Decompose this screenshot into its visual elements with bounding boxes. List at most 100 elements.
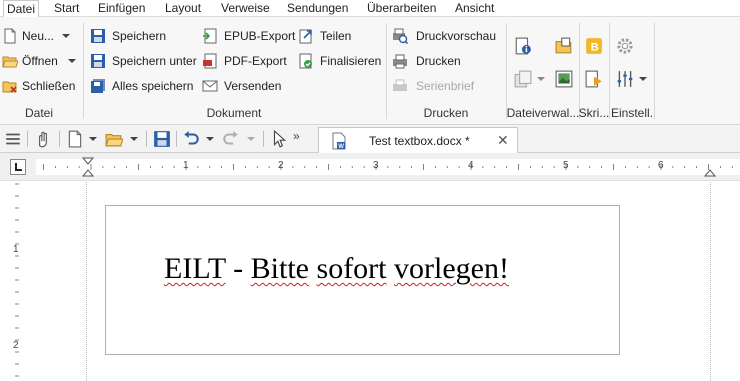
misspelled-word: Bitte: [250, 252, 310, 285]
gear-icon[interactable]: [616, 37, 634, 55]
folder-open-icon[interactable]: [105, 130, 123, 148]
svg-text:B: B: [591, 42, 599, 54]
menu-icon[interactable]: [4, 130, 22, 148]
image-document-icon[interactable]: [555, 70, 573, 88]
pdf-icon: [203, 53, 217, 69]
menu-datei[interactable]: Datei: [3, 0, 40, 17]
epub-icon: [203, 28, 217, 44]
pointer-icon[interactable]: [270, 130, 288, 148]
ruler-ticks: [15, 183, 19, 377]
word-document-icon: W: [332, 132, 346, 150]
ruler-number: 2: [278, 160, 284, 171]
chevron-down-icon[interactable]: [206, 137, 214, 141]
group-divider: [83, 23, 84, 119]
open-button[interactable]: Öffnen: [2, 51, 76, 71]
save-as-button[interactable]: Speichern unter: [90, 51, 200, 71]
finalize-button[interactable]: Finalisieren: [298, 51, 384, 71]
chevron-down-icon: [62, 34, 70, 38]
close-button[interactable]: Schließen: [2, 76, 78, 96]
textbox-text[interactable]: EILT - Bitte sofort vorlegen!: [164, 252, 509, 286]
menu-ansicht[interactable]: Ansicht: [452, 0, 497, 17]
versions-icon[interactable]: [514, 70, 532, 88]
group-label-scripts: Skri...: [578, 106, 610, 120]
tab-stop-left-icon: [15, 163, 22, 171]
group-label-file-management: Dateiverwal...: [506, 106, 580, 120]
menu-einfuegen[interactable]: Einfügen: [95, 0, 148, 17]
save-icon[interactable]: [153, 130, 171, 148]
menu-start[interactable]: Start: [51, 0, 82, 17]
close-tab-icon[interactable]: ✕: [497, 132, 509, 148]
menu-bar: Datei Start Einfügen Layout Verweise Sen…: [0, 0, 740, 17]
print-preview-icon: [393, 28, 408, 44]
mail-merge-icon: [393, 79, 407, 91]
misspelled-word: EILT: [164, 252, 226, 285]
mail-icon: [202, 80, 218, 92]
hand-icon[interactable]: [34, 130, 52, 148]
save-icon: [91, 29, 105, 43]
basic-script-icon[interactable]: B: [585, 37, 603, 55]
chevron-down-icon[interactable]: [130, 137, 138, 141]
quick-toolbar: » W Test textbox.docx * ✕: [0, 125, 740, 153]
svg-text:W: W: [338, 144, 344, 150]
menu-ueberarbeiten[interactable]: Überarbeiten: [364, 0, 439, 17]
sliders-icon[interactable]: [616, 70, 634, 88]
toolbar-divider: [176, 131, 177, 147]
margin-guide: [710, 182, 711, 381]
share-button[interactable]: Teilen: [298, 26, 358, 46]
menu-verweise[interactable]: Verweise: [218, 0, 273, 17]
document-tab[interactable]: W Test textbox.docx * ✕: [318, 127, 518, 153]
group-label-settings: Einstell.: [610, 106, 654, 120]
chevron-down-icon[interactable]: [537, 77, 545, 81]
save-as-icon: [91, 54, 105, 68]
toolbar-divider: [263, 131, 264, 147]
horizontal-ruler[interactable]: 1 2 3 4 5 6: [36, 157, 740, 177]
ruler-number: 2: [13, 340, 19, 351]
ruler-number: 6: [658, 160, 664, 171]
save-button[interactable]: Speichern: [90, 26, 190, 46]
group-divider: [654, 23, 655, 119]
undo-icon[interactable]: [182, 130, 200, 148]
misspelled-word: vorlegen!: [394, 252, 509, 285]
epub-export-button[interactable]: EPUB-Export: [202, 26, 295, 46]
toolbar-divider: [59, 131, 60, 147]
printer-icon: [393, 54, 407, 69]
group-label-datei: Datei: [24, 106, 53, 120]
ruler-number: 1: [183, 160, 189, 171]
menu-sendungen[interactable]: Sendungen: [284, 0, 351, 17]
margin-guide: [86, 182, 87, 381]
chevron-down-icon[interactable]: [89, 137, 97, 141]
ruler-number: 5: [563, 160, 569, 171]
new-document-icon: [4, 28, 16, 44]
indent-marker[interactable]: [82, 157, 94, 177]
file-manager-icon[interactable]: [555, 37, 573, 55]
new-document-icon[interactable]: [66, 130, 84, 148]
new-button[interactable]: Neu...: [2, 26, 74, 46]
ruler-bar: 1 2 3 4 5 6: [0, 153, 740, 181]
save-all-button[interactable]: Alles speichern: [90, 76, 200, 96]
toolbar-divider: [146, 131, 147, 147]
more-icon[interactable]: »: [293, 129, 300, 143]
pdf-export-button[interactable]: PDF-Export: [202, 51, 290, 71]
ruler-ticks: [43, 164, 733, 170]
mail-merge-button[interactable]: Serienbrief: [392, 76, 482, 96]
send-button[interactable]: Versenden: [202, 76, 286, 96]
right-indent-marker[interactable]: [704, 165, 716, 177]
folder-close-icon: [2, 81, 17, 93]
ruler-number: 3: [373, 160, 379, 171]
run-script-icon[interactable]: [585, 70, 603, 88]
group-label-drucken: Drucken: [423, 106, 469, 120]
print-preview-button[interactable]: Druckvorschau: [392, 26, 500, 46]
chevron-down-icon[interactable]: [247, 137, 255, 141]
finalize-icon: [299, 53, 312, 69]
tab-stop-selector[interactable]: [10, 159, 26, 175]
menu-layout[interactable]: Layout: [162, 0, 204, 17]
document-info-icon[interactable]: [514, 37, 532, 55]
chevron-down-icon[interactable]: [639, 77, 647, 81]
vertical-ruler[interactable]: 1 2: [10, 182, 24, 381]
redo-icon[interactable]: [222, 130, 240, 148]
text-word: -: [233, 252, 244, 285]
tab-title: Test textbox.docx *: [369, 134, 470, 148]
toolbar-divider: [27, 131, 28, 147]
print-button[interactable]: Drucken: [392, 51, 472, 71]
save-all-icon: [91, 79, 105, 93]
